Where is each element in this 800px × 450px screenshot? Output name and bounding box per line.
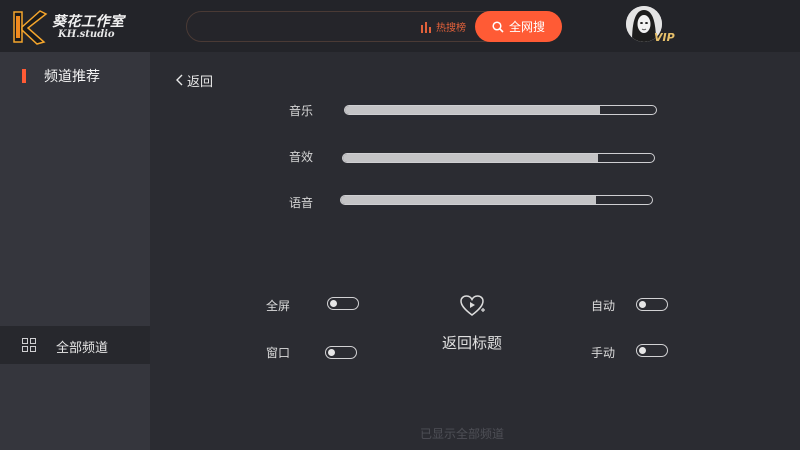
window-toggle[interactable]	[325, 346, 357, 359]
search-button-label: 全网搜	[508, 20, 545, 34]
manual-label: 手动	[591, 346, 616, 360]
slider-fill	[343, 154, 599, 162]
back-button[interactable]: 返回	[175, 71, 214, 90]
auto-label: 自动	[591, 299, 616, 313]
toggle-knob	[639, 301, 646, 308]
toggle-knob	[330, 300, 337, 307]
logo-title: 葵花工作室	[52, 14, 125, 30]
voice-volume-label: 语音	[289, 196, 314, 210]
toggle-knob	[639, 347, 646, 354]
sidebar-item-all-channels[interactable]: 全部频道	[0, 326, 150, 364]
toggle-knob	[328, 349, 335, 356]
auto-toggle[interactable]	[636, 298, 668, 311]
chevron-left-icon	[176, 74, 183, 86]
search-all-button[interactable]: 全网搜	[475, 11, 562, 42]
slider-fill	[341, 196, 597, 204]
window-label: 窗口	[266, 346, 291, 360]
sidebar: 频道推荐 全部频道	[0, 52, 150, 450]
grid-icon	[22, 338, 36, 352]
sfx-volume-label: 音效	[289, 150, 314, 164]
manual-toggle[interactable]	[636, 344, 668, 357]
search-bar[interactable]: 热搜榜 全网搜	[186, 11, 562, 42]
sfx-volume-slider[interactable]	[342, 153, 655, 163]
logo-subtitle: KH.studio	[58, 29, 115, 40]
fullscreen-toggle[interactable]	[327, 297, 359, 310]
voice-volume-slider[interactable]	[340, 195, 653, 205]
k-logo-icon	[13, 10, 48, 45]
music-volume-slider[interactable]	[344, 105, 657, 115]
search-icon	[492, 20, 504, 33]
return-title-button[interactable]: 返回标题	[442, 332, 502, 353]
vip-badge: VIP	[654, 31, 675, 44]
sidebar-item-label: 全部频道	[56, 341, 109, 356]
sidebar-item-label: 频道推荐	[44, 69, 100, 85]
heart-play-icon[interactable]	[458, 293, 486, 319]
logo[interactable]: 葵花工作室 KH.studio	[10, 8, 150, 46]
bar-chart-icon	[421, 21, 431, 33]
hot-list-link[interactable]: 热搜榜	[420, 12, 466, 41]
fullscreen-label: 全屏	[266, 299, 291, 313]
footer-note: 已显示全部频道	[420, 427, 505, 441]
hot-list-label: 热搜榜	[436, 23, 466, 34]
back-label: 返回	[187, 74, 214, 90]
sidebar-item-recommended[interactable]: 频道推荐	[0, 66, 150, 86]
active-indicator	[22, 69, 26, 83]
top-header: 葵花工作室 KH.studio 热搜榜 全网搜 VIP	[0, 0, 800, 52]
music-volume-label: 音乐	[289, 104, 314, 118]
slider-fill	[345, 106, 601, 114]
